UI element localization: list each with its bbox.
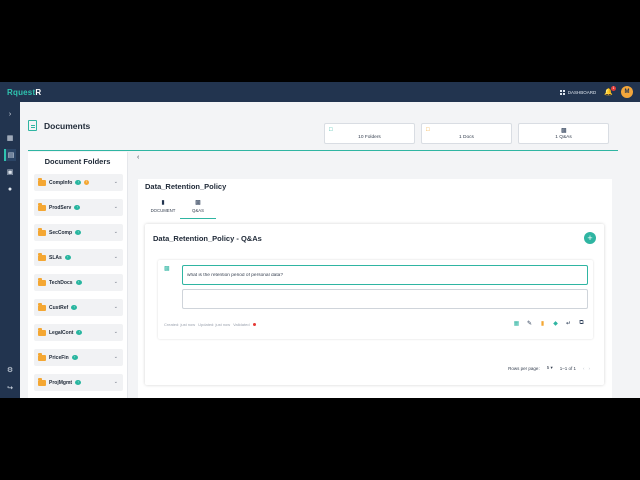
folder-item[interactable]: ProjMgmt ↑ ⌄ xyxy=(34,374,123,391)
folder-icon: □ xyxy=(329,127,333,133)
chevron-down-icon[interactable]: ⌄ xyxy=(114,279,118,285)
page-title: Documents xyxy=(44,120,91,131)
grid-icon[interactable]: ▦ xyxy=(4,132,16,144)
tab-document[interactable]: ▮ DOCUMENT xyxy=(145,199,181,219)
inbox-icon[interactable]: ▣ xyxy=(4,166,16,178)
rows-per-page-select[interactable]: 5 ▾ xyxy=(547,365,553,371)
document-tab-icon: ▮ xyxy=(161,200,165,206)
header-divider xyxy=(28,150,618,151)
document-folders-panel: Document Folders CompInfo ↑ ! ⌄ ProdServ… xyxy=(28,152,128,398)
folder-item[interactable]: ProdServ ↑ ⌄ xyxy=(34,199,123,216)
file-icon: □ xyxy=(426,127,430,133)
copy-icon[interactable]: ⧉ xyxy=(578,320,585,327)
folder-icon xyxy=(38,228,46,236)
docs-stat-card[interactable]: □ 1 Docs xyxy=(421,123,512,144)
top-bar: RquestR DASHBOARD 🔔 1 M xyxy=(0,82,640,102)
logout-icon[interactable]: ↪ xyxy=(4,382,16,394)
rows-per-page-label: Rows per page: xyxy=(508,365,540,371)
notification-badge: 1 xyxy=(611,86,616,91)
folder-item[interactable]: SLAs ↑ ⌄ xyxy=(34,249,123,266)
qa-meta: Created: just now Updated: just now Vali… xyxy=(164,322,257,327)
warning-icon: ! xyxy=(84,180,90,185)
user-avatar[interactable]: M xyxy=(621,86,633,98)
folder-item[interactable]: CompInfo ↑ ! ⌄ xyxy=(34,174,123,191)
folder-item[interactable]: PriceFin ↑ ⌄ xyxy=(34,349,123,366)
folder-icon xyxy=(38,328,46,336)
chat-tab-icon: ▩ xyxy=(195,200,201,206)
dashboard-button[interactable]: DASHBOARD xyxy=(559,89,597,95)
docs-stat-label: 1 Docs xyxy=(459,135,474,140)
chevron-down-icon[interactable]: ⌄ xyxy=(114,329,118,335)
qas-stat-card[interactable]: ▩ 1 Q&As xyxy=(518,123,609,144)
folder-icon xyxy=(38,353,46,361)
cloud-sync-icon: ↑ xyxy=(64,255,71,260)
pagination: Rows per page: 5 ▾ 1–1 of 1 ‹› xyxy=(508,365,594,371)
document-title: Data_Retention_Policy xyxy=(145,182,227,191)
settings-icon[interactable]: ⚙ xyxy=(4,364,16,376)
chevron-down-icon[interactable]: ⌄ xyxy=(114,204,118,210)
not-validated-dot xyxy=(252,322,257,327)
folders-stat-card[interactable]: □ 10 Folders xyxy=(324,123,415,144)
page-nav-arrows-icon[interactable]: ‹› xyxy=(583,366,594,371)
folder-item[interactable]: TechDocs ↑ ⌄ xyxy=(34,274,123,291)
folder-icon xyxy=(38,203,46,211)
app-logo[interactable]: RquestR xyxy=(7,88,41,97)
folder-item[interactable]: SecComp ↑ ⌄ xyxy=(34,224,123,241)
folder-item[interactable]: CustRef ↑ ⌄ xyxy=(34,299,123,316)
chevron-down-icon[interactable]: ⌄ xyxy=(114,304,118,310)
folder-item[interactable]: LegalCont ↑ ⌄ xyxy=(34,324,123,341)
edit-icon[interactable]: ✎ xyxy=(526,320,533,327)
document-icon xyxy=(28,120,37,131)
cloud-sync-icon: ↑ xyxy=(75,230,82,235)
qa-actions: ▦ ✎ ▮ ◆ ↵ ⧉ xyxy=(513,320,585,327)
chevron-down-icon[interactable]: ⌄ xyxy=(114,254,118,260)
notification-bell-icon[interactable]: 🔔 1 xyxy=(604,86,616,96)
qas-title: Data_Retention_Policy - Q&As xyxy=(153,234,262,243)
folders-stat-label: 10 Folders xyxy=(358,135,381,140)
add-qa-button[interactable]: + xyxy=(584,232,596,244)
qa-item: ▩ Created: just now Updated: just now Va… xyxy=(158,260,593,339)
cloud-sync-icon: ↑ xyxy=(71,355,78,360)
cloud-sync-icon: ↑ xyxy=(71,305,78,310)
dashboard-label: DASHBOARD xyxy=(567,89,597,95)
folders-heading: Document Folders xyxy=(44,157,111,166)
chevron-down-icon[interactable]: ⌄ xyxy=(114,379,118,385)
folder-icon xyxy=(38,253,46,261)
save-icon[interactable]: ▦ xyxy=(513,320,520,327)
delete-icon[interactable]: ▮ xyxy=(539,320,546,327)
chevron-down-icon[interactable]: ⌄ xyxy=(114,354,118,360)
back-chevron-icon[interactable]: ‹ xyxy=(137,154,139,161)
cloud-sync-icon: ↑ xyxy=(76,330,83,335)
folder-icon xyxy=(38,303,46,311)
app-screen: RquestR DASHBOARD 🔔 1 M › ▦ ▤ ▣ ● ⚙ ↪ Doc… xyxy=(0,82,640,398)
cloud-sync-icon: ↑ xyxy=(75,280,82,285)
users-icon[interactable]: ● xyxy=(4,183,16,195)
cloud-sync-icon: ↑ xyxy=(75,380,82,385)
page-range: 1–1 of 1 xyxy=(559,365,576,371)
left-nav-rail: › ▦ ▤ ▣ ● ⚙ ↪ xyxy=(0,102,20,398)
answer-input[interactable] xyxy=(182,289,588,309)
chevron-down-icon[interactable]: ⌄ xyxy=(114,229,118,235)
chat-icon: ▩ xyxy=(164,266,170,272)
qas-card: Data_Retention_Policy - Q&As + ▩ Created… xyxy=(145,224,604,385)
qas-stat-label: 1 Q&As xyxy=(555,135,572,140)
expand-chevron-icon[interactable]: › xyxy=(4,108,16,120)
question-input[interactable] xyxy=(182,265,588,285)
folder-icon xyxy=(38,378,46,386)
validate-shield-icon[interactable]: ◆ xyxy=(552,320,559,327)
document-detail-card: Data_Retention_Policy ▮ DOCUMENT ▩ Q&AS … xyxy=(138,179,612,398)
folder-icon xyxy=(38,178,46,186)
cloud-sync-icon: ↑ xyxy=(74,205,81,210)
dashboard-grid-icon xyxy=(559,89,565,95)
folder-icon xyxy=(38,278,46,286)
chevron-down-icon[interactable]: ⌄ xyxy=(114,179,118,185)
chat-icon: ▩ xyxy=(561,128,567,134)
tab-qas[interactable]: ▩ Q&AS xyxy=(180,199,216,219)
enter-icon[interactable]: ↵ xyxy=(565,320,572,327)
documents-nav-icon[interactable]: ▤ xyxy=(4,149,16,161)
page-header: Documents xyxy=(28,120,90,131)
cloud-sync-icon: ↑ xyxy=(75,180,82,185)
